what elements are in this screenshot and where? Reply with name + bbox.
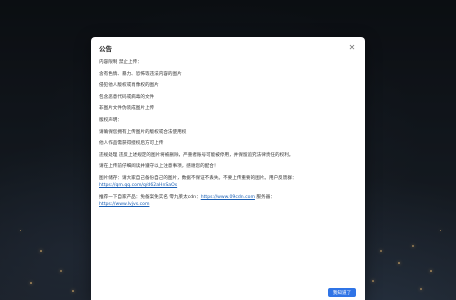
storage-text: 图片储存：请大家自己备份自己的图片，数据不保证不丢失。不要上传重要的图片。用户反… bbox=[99, 175, 297, 181]
ok-button[interactable]: 我知道了 bbox=[328, 288, 356, 297]
notice-line: 含有色情、暴力、恐怖等违法内容的图片 bbox=[99, 71, 182, 77]
notice-dialog: 公告 ✕ 内容限制 禁止上传： 含有色情、暴力、恐怖等违法内容的图片 侵犯他人版… bbox=[91, 37, 365, 300]
notice-line: 内容限制 禁止上传： bbox=[99, 60, 142, 65]
dialog-header: 公告 ✕ bbox=[91, 37, 365, 59]
feedback-group-link[interactable]: https://qm.qq.com/q/d62aHnSaOs bbox=[99, 183, 177, 188]
notice-line: 非图片文件伪装成图片上传 bbox=[99, 106, 155, 112]
server-label: 服务器： bbox=[254, 194, 275, 200]
recommend-notice: 推荐一下自家产品：免备案免实名 零九莱太cdn：https://www.09cd… bbox=[99, 194, 357, 208]
notice-line: 版权声明： bbox=[99, 117, 122, 123]
notice-line: 请确保您拥有上传图片的版权或合法使用权 bbox=[99, 129, 187, 135]
notice-line: 他人作品需获得授权后方可上传 bbox=[99, 141, 164, 147]
cdn-link[interactable]: https://www.09cdn.com bbox=[201, 195, 255, 200]
dialog-body: 内容限制 禁止上传： 含有色情、暴力、恐怖等违法内容的图片 侵犯他人版权或肖像权… bbox=[99, 59, 357, 300]
dialog-title: 公告 bbox=[99, 45, 112, 53]
notice-line: 包含恶意代码或病毒的文件 bbox=[99, 94, 155, 100]
notice-line: 侵犯他人版权或肖像权的图片 bbox=[99, 83, 159, 89]
notice-line: 违规处理 违反上述规定的图片将被删除，严重者账号可能被停用，并保留追究法律责任的… bbox=[99, 152, 294, 158]
notice-line: 请在上传前仔细阅读并遵守以上注意事项，感谢您的配合！ bbox=[99, 164, 219, 170]
storage-notice: 图片储存：请大家自己备份自己的图片，数据不保证不丢失。不要上传重要的图片。用户反… bbox=[99, 175, 357, 189]
close-icon[interactable]: ✕ bbox=[347, 43, 357, 53]
recommend-text: 推荐一下自家产品：免备案免实名 零九莱太cdn： bbox=[99, 194, 201, 200]
server-link[interactable]: https://www.lvjvs.com bbox=[99, 202, 149, 207]
